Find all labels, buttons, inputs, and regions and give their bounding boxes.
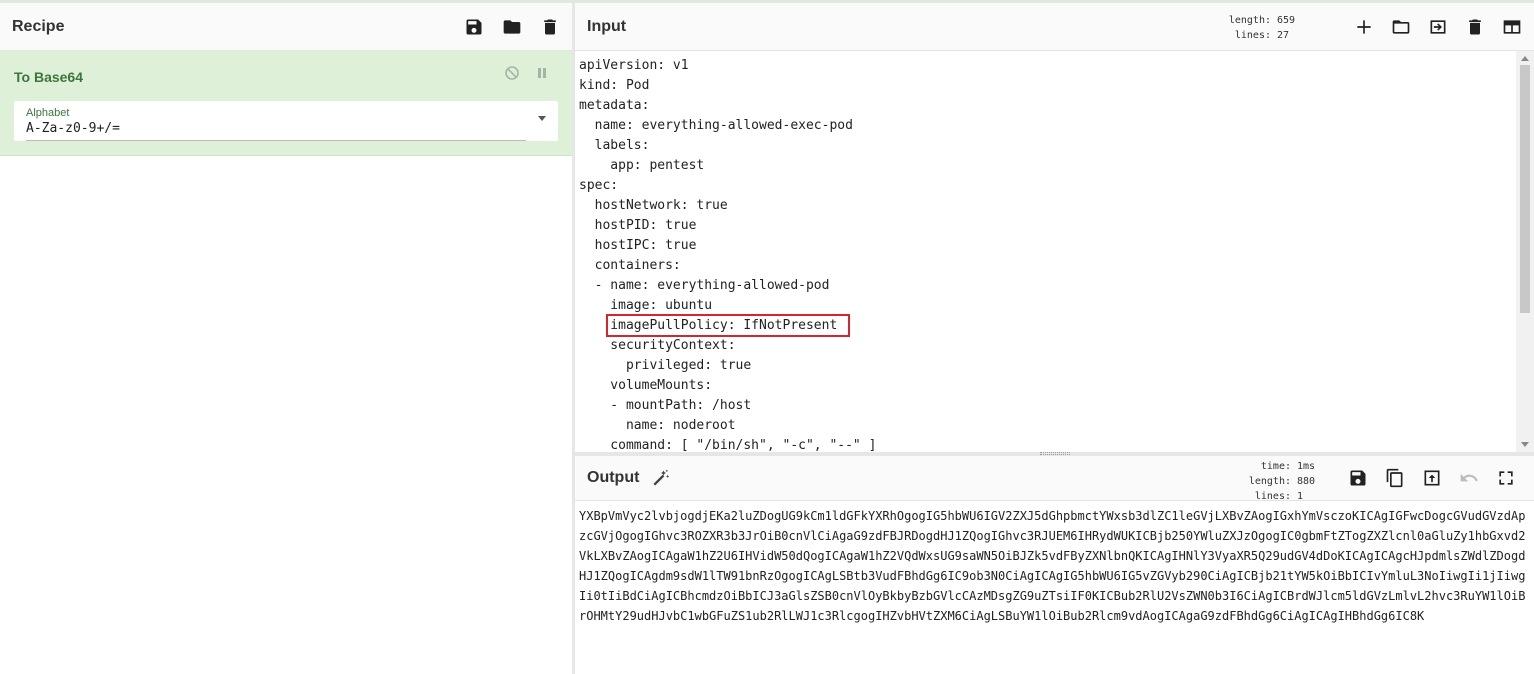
clear-input-trash-icon[interactable] [1465,17,1485,37]
clear-recipe-trash-icon[interactable] [540,17,560,37]
maximize-output-icon[interactable] [1496,468,1516,488]
output-lines-value: 1 [1297,491,1304,502]
save-output-icon[interactable] [1348,468,1368,488]
recipe-pane: Recipe To Base64 Alphabet A-Za-z0-9+/= [0,3,572,674]
replace-input-with-output-icon[interactable] [1422,468,1442,488]
resize-grip[interactable] [1040,452,1070,455]
output-toolbar [1348,468,1516,488]
recipe-title: Recipe [12,17,65,35]
open-folder-input-icon[interactable] [1428,17,1448,37]
magic-wand-icon[interactable] [651,468,671,488]
input-text: apiVersion: v1 kind: Pod metadata: name:… [579,58,877,452]
reset-layout-icon[interactable] [1502,17,1522,37]
output-length-label: length: [1248,476,1291,487]
recipe-toolbar [464,17,560,37]
output-time-value: 1ms [1297,461,1316,472]
scroll-up-arrow-icon[interactable] [1521,56,1529,61]
add-input-plus-icon[interactable] [1354,17,1374,37]
input-title: Input [587,17,627,35]
output-stats: time: 1ms length: 880 lines: 1 [1249,459,1325,504]
input-stats: length: 659 lines: 27 [1229,13,1305,43]
open-file-folder-icon[interactable] [1391,17,1411,37]
operation-name: To Base64 [14,69,83,85]
input-scrollbar[interactable] [1516,51,1534,452]
output-time-label: time: [1260,461,1291,472]
input-length-value: 659 [1277,15,1296,26]
field-underline [26,140,526,141]
input-lines-label: lines: [1234,30,1271,41]
output-pane: Output time: 1ms length: 880 lines: 1 YXBpV… [575,456,1534,674]
input-pane: Input length: 659 lines: 27 apiVersion: v1… [575,3,1534,452]
scroll-down-arrow-icon[interactable] [1521,442,1529,447]
chevron-down-icon[interactable] [538,116,546,121]
breakpoint-pause-icon[interactable] [534,65,550,86]
scrollbar-thumb[interactable] [1520,65,1530,313]
operation-controls [504,65,550,86]
output-lines-label: lines: [1254,491,1291,502]
input-length-label: length: [1228,15,1271,26]
input-toolbar [1354,17,1522,37]
output-length-value: 880 [1297,476,1316,487]
input-editor[interactable]: apiVersion: v1 kind: Pod metadata: name:… [575,51,1516,452]
save-recipe-icon[interactable] [464,17,484,37]
input-lines-value: 27 [1277,30,1290,41]
load-recipe-folder-icon[interactable] [502,17,522,37]
operation-to-base64[interactable]: To Base64 Alphabet A-Za-z0-9+/= [0,51,572,156]
recipe-header: Recipe [0,3,572,51]
undo-icon[interactable] [1459,468,1479,488]
copy-output-icon[interactable] [1385,468,1405,488]
alphabet-label: Alphabet [26,107,70,119]
disable-operation-icon[interactable] [504,65,520,86]
output-text[interactable]: YXBpVmVyc2lvbjogdjEKa2luZDogUG9kCm1ldGFk… [579,506,1530,626]
alphabet-value: A-Za-z0-9+/= [26,121,120,136]
alphabet-select[interactable]: Alphabet A-Za-z0-9+/= [14,101,558,141]
output-title: Output [587,469,640,486]
